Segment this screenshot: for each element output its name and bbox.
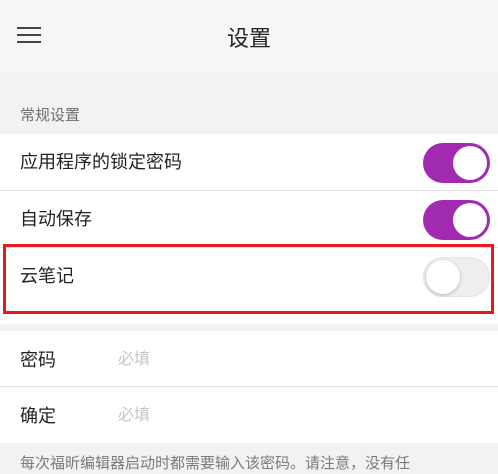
toggle-knob <box>453 203 487 237</box>
toggle-knob <box>453 146 487 180</box>
divider <box>0 386 498 387</box>
page-title: 设置 <box>226 27 271 52</box>
confirm-password-input[interactable] <box>118 399 478 429</box>
section-header-general: 常规设置 <box>20 106 81 124</box>
password-label: 密码 <box>20 350 56 371</box>
password-input[interactable] <box>118 343 478 373</box>
setting-row-auto-save[interactable]: 自动保存 <box>0 191 498 245</box>
app-lock-password-toggle[interactable] <box>423 143 490 183</box>
password-note: 每次福昕编辑器启动时都需要输入该密码。请注意，没有任 <box>20 454 411 472</box>
confirm-label: 确定 <box>20 406 56 427</box>
auto-save-toggle[interactable] <box>423 200 490 240</box>
app-header: 设置 <box>0 0 498 72</box>
setting-label: 自动保存 <box>20 209 92 230</box>
password-card: 密码 确定 <box>0 331 498 443</box>
setting-row-app-lock-password[interactable]: 应用程序的锁定密码 <box>0 134 498 188</box>
setting-label: 应用程序的锁定密码 <box>20 152 182 173</box>
highlight-box <box>3 244 494 314</box>
